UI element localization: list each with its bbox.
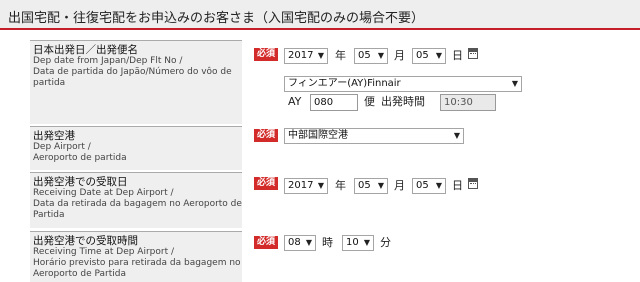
label-en: Receiving Date at Dep Airport / (33, 188, 174, 198)
required-badge: 必須 (254, 177, 279, 190)
departure-airport-select[interactable]: 中部国際空港 ▼ (284, 128, 464, 144)
label-jp: 出発空港 (33, 130, 75, 142)
chevron-down-icon: ▼ (363, 238, 370, 247)
day-unit: 日 (452, 179, 463, 192)
month-unit: 月 (394, 49, 405, 62)
month-select[interactable]: 05 ▼ (354, 178, 388, 194)
flight-unit: 便 (364, 95, 375, 108)
label-pt: Data da retirada da bagagem no Aeroporto… (33, 199, 242, 220)
label-pt: Horário previsto para retirada da bagage… (33, 258, 241, 279)
required-badge: 必須 (254, 129, 279, 142)
day-select[interactable]: 05 ▼ (412, 48, 446, 64)
label-en: Dep date from Japan/Dep Flt No / (33, 56, 183, 66)
chevron-down-icon: ▼ (377, 51, 384, 60)
day-select[interactable]: 05 ▼ (412, 178, 446, 194)
chevron-down-icon: ▼ (305, 238, 312, 247)
chevron-down-icon: ▼ (511, 79, 518, 88)
year-unit: 年 (335, 179, 346, 192)
row-departure-airport: 出発空港 Dep Airport / Aeroporto de partida … (30, 126, 612, 170)
airline-select[interactable]: フィンエアー(AY)Finnair ▼ (284, 76, 522, 92)
year-unit: 年 (335, 49, 346, 62)
label-receiving-date: 出発空港での受取日 Receiving Date at Dep Airport … (30, 172, 242, 228)
month-select[interactable]: 05 ▼ (354, 48, 388, 64)
month-unit: 月 (394, 179, 405, 192)
row-receiving-time: 出発空港での受取時間 Receiving Time at Dep Airport… (30, 231, 612, 282)
required-badge: 必須 (254, 236, 279, 249)
flight-prefix: AY (288, 95, 302, 108)
label-pt: Aeroporto de partida (33, 153, 127, 163)
hour-select[interactable]: 08 ▼ (284, 235, 316, 251)
label-jp: 出発空港での受取日 (33, 176, 128, 188)
chevron-down-icon: ▼ (435, 181, 442, 190)
chevron-down-icon: ▼ (317, 181, 324, 190)
label-pt: Data de partida do Japão/Número do vôo d… (33, 67, 232, 88)
label-jp: 出発空港での受取時間 (33, 235, 138, 247)
label-jp: 日本出発日／出発便名 (33, 44, 138, 56)
year-select[interactable]: 2017 ▼ (284, 178, 328, 194)
flight-number-input[interactable]: 080 (310, 94, 358, 111)
calendar-icon[interactable] (468, 178, 478, 189)
row-departure-flight: 日本出発日／出発便名 Dep date from Japan/Dep Flt N… (30, 40, 612, 124)
section-header: 出国宅配・往復宅配をお申込みのお客さま（入国宅配のみの場合不要） (0, 0, 640, 30)
label-en: Dep Airport / (33, 142, 91, 152)
year-select[interactable]: 2017 ▼ (284, 48, 328, 64)
row-receiving-date: 出発空港での受取日 Receiving Date at Dep Airport … (30, 172, 612, 228)
chevron-down-icon: ▼ (453, 131, 460, 140)
minute-select[interactable]: 10 ▼ (342, 235, 374, 251)
chevron-down-icon: ▼ (317, 51, 324, 60)
dep-time-label: 出発時間 (381, 95, 425, 108)
label-en: Receiving Time at Dep Airport / (33, 247, 175, 257)
chevron-down-icon: ▼ (377, 181, 384, 190)
calendar-icon[interactable] (468, 48, 478, 59)
dep-time-field: 10:30 (440, 94, 496, 111)
day-unit: 日 (452, 49, 463, 62)
required-badge: 必須 (254, 48, 279, 61)
hour-unit: 時 (322, 236, 333, 249)
label-departure-airport: 出発空港 Dep Airport / Aeroporto de partida (30, 126, 242, 170)
label-receiving-time: 出発空港での受取時間 Receiving Time at Dep Airport… (30, 231, 242, 282)
chevron-down-icon: ▼ (435, 51, 442, 60)
label-departure-flight: 日本出発日／出発便名 Dep date from Japan/Dep Flt N… (30, 40, 242, 124)
section-title: 出国宅配・往復宅配をお申込みのお客さま（入国宅配のみの場合不要） (8, 11, 425, 26)
minute-unit: 分 (380, 236, 391, 249)
